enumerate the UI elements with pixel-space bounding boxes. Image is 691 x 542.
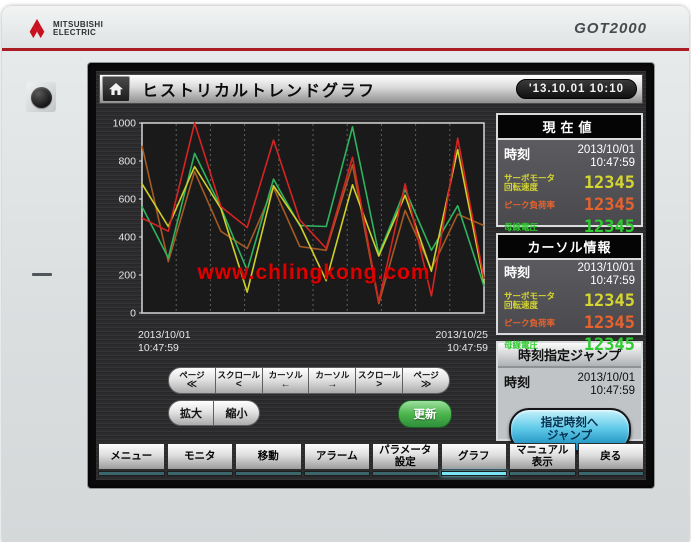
current-param-row: サーボモータ 回転速度 12345: [498, 172, 641, 194]
double-right-arrow-icon: ≫: [421, 380, 431, 390]
left-angle-icon: <: [236, 380, 242, 390]
cursor-info-section: カーソル情報 時刻 2013/10/01 10:47:59 サーボモータ 回転速…: [496, 233, 643, 335]
tab-manual-display[interactable]: マニュアル 表示: [509, 443, 576, 476]
tab-move[interactable]: 移動: [235, 443, 302, 476]
x-axis-end-label: 2013/10/25 10:47:59: [435, 329, 488, 355]
tab-back[interactable]: 戻る: [578, 443, 645, 476]
cursor-right-button[interactable]: カーソル →: [309, 367, 356, 394]
top-bezel-strip: MITSUBISHI ELECTRIC GOT2000: [2, 6, 689, 51]
cursor-info-header: カーソル情報: [498, 235, 641, 260]
chart-control-row: ページ ≪ スクロール < カーソル ← カーソル →: [168, 367, 450, 394]
y-tick-label: 800: [118, 156, 136, 168]
home-icon: [108, 81, 124, 97]
current-value-header: 現在値: [498, 115, 641, 140]
scroll-forward-button[interactable]: スクロール >: [356, 367, 403, 394]
time-jump-section: 時刻指定ジャンプ 時刻 2013/10/01 10:47:59 指定時刻へ ジャ…: [496, 341, 643, 441]
scroll-back-button[interactable]: スクロール <: [216, 367, 263, 394]
zoom-out-button[interactable]: 縮小: [214, 400, 260, 426]
tab-parameter-settings[interactable]: パラメータ 設定: [372, 443, 439, 476]
refresh-button[interactable]: 更新: [398, 400, 452, 428]
cursor-left-button[interactable]: カーソル ←: [263, 367, 310, 394]
time-jump-header: 時刻指定ジャンプ: [498, 343, 641, 368]
brand-text: MITSUBISHI ELECTRIC: [53, 21, 103, 38]
bezel-led-indicator: [32, 273, 52, 276]
current-time-row: 時刻 2013/10/01 10:47:59: [498, 140, 641, 172]
jump-time-row: 時刻 2013/10/01 10:47:59: [498, 368, 641, 400]
cursor-time-row: 時刻 2013/10/01 10:47:59: [498, 260, 641, 290]
bezel-button-knob: [31, 87, 52, 108]
screenshot-root: MITSUBISHI ELECTRIC GOT2000 ヒストリ: [0, 0, 691, 542]
zoom-in-button[interactable]: 拡大: [168, 400, 214, 426]
y-tick-label: 400: [118, 232, 136, 244]
current-param-row: ピーク負荷率 12345: [498, 194, 641, 216]
right-arrow-icon: →: [327, 380, 337, 390]
y-tick-label: 200: [118, 270, 136, 282]
y-tick-label: 600: [118, 194, 136, 206]
current-value-section: 現在値 時刻 2013/10/01 10:47:59 サーボモータ 回転速度 1…: [496, 113, 643, 227]
page-forward-button[interactable]: ページ ≫: [403, 367, 450, 394]
bottom-menu-bar: メニュー モニタ 移動 アラーム パラメータ 設定 グラフ マニュアル 表示 戻…: [98, 443, 644, 476]
model-label: GOT2000: [574, 20, 647, 37]
mitsubishi-diamonds-icon: [26, 18, 48, 40]
cursor-param-row: サーボモータ 回転速度 12345: [498, 290, 641, 312]
title-bar: ヒストリカルトレンドグラフ '13.10.01 10:10: [99, 74, 643, 104]
cursor-param-row: ピーク負荷率 12345: [498, 312, 641, 334]
mitsubishi-logo: MITSUBISHI ELECTRIC: [26, 18, 103, 40]
touch-screen: ヒストリカルトレンドグラフ '13.10.01 10:10 0 200 400 600…: [87, 62, 655, 489]
clock-display: '13.10.01 10:10: [516, 79, 637, 99]
double-left-arrow-icon: ≪: [187, 380, 197, 390]
y-tick-label: 0: [130, 308, 136, 320]
display-area: ヒストリカルトレンドグラフ '13.10.01 10:10 0 200 400 600…: [96, 71, 646, 480]
right-panel: 現在値 時刻 2013/10/01 10:47:59 サーボモータ 回転速度 1…: [496, 113, 643, 447]
right-angle-icon: >: [376, 380, 382, 390]
left-arrow-icon: ←: [281, 380, 291, 390]
x-axis-start-label: 2013/10/01 10:47:59: [138, 329, 191, 355]
trend-chart-block: 0 200 400 600 800 1000 2013/10/01 10:47:59 20…: [108, 115, 492, 359]
chart-zoom-row: 拡大 縮小 更新: [168, 400, 450, 426]
page-back-button[interactable]: ページ ≪: [168, 367, 216, 394]
home-button[interactable]: [102, 76, 130, 102]
trend-chart: 0 200 400 600 800 1000: [108, 115, 492, 359]
bezel-usb-button[interactable]: [26, 82, 56, 112]
page-title: ヒストリカルトレンドグラフ: [142, 77, 376, 101]
watermark: www.chlingkong.com: [197, 261, 430, 285]
hmi-device-bezel: MITSUBISHI ELECTRIC GOT2000 ヒストリ: [2, 6, 689, 542]
y-tick-label: 1000: [113, 118, 137, 130]
tab-menu[interactable]: メニュー: [98, 443, 165, 476]
tab-alarm[interactable]: アラーム: [304, 443, 371, 476]
tab-monitor[interactable]: モニタ: [167, 443, 234, 476]
tab-graph[interactable]: グラフ: [441, 443, 508, 476]
